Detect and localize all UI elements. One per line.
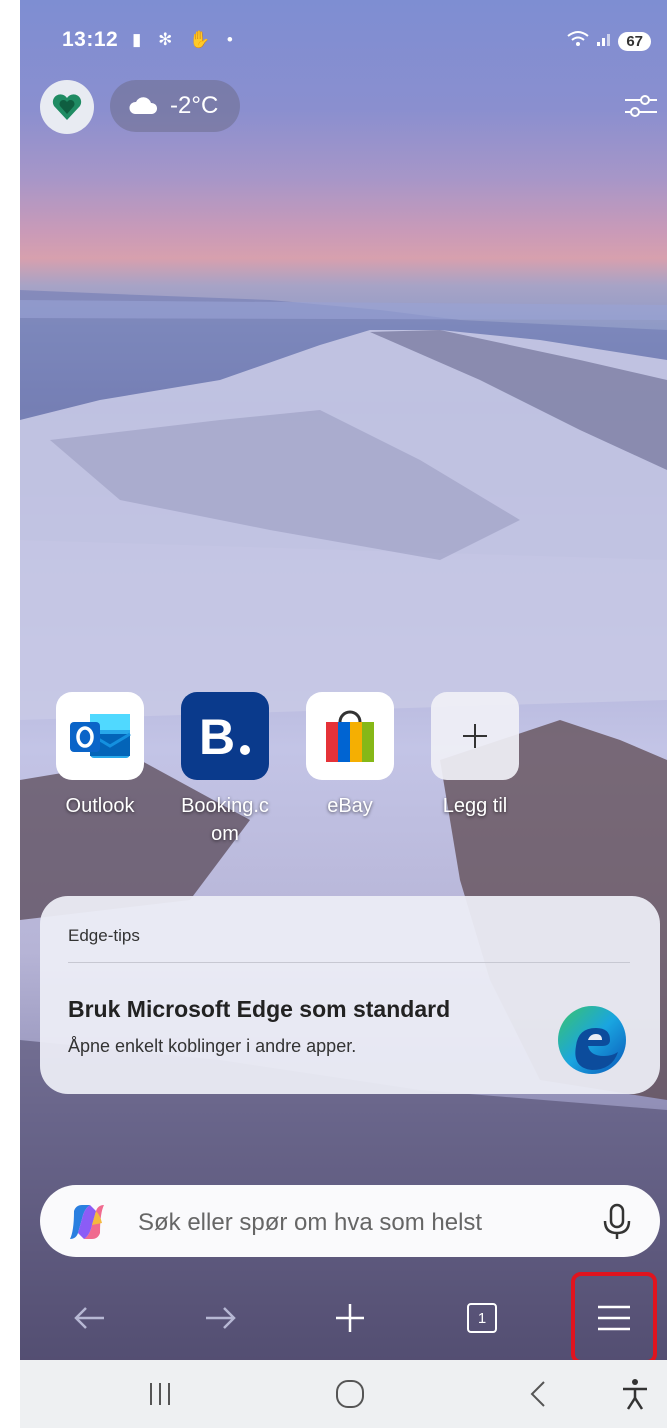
rewards-button[interactable] [40,80,94,134]
copilot-icon[interactable] [66,1201,108,1243]
new-tab-button[interactable] [310,1276,390,1360]
battery-indicator: 67 [618,31,651,51]
notification-icons: ▮ ✻ ✋ • [132,30,239,49]
edge-tips-card[interactable]: Edge-tips Bruk Microsoft Edge som standa… [40,896,660,1094]
hamburger-menu-icon [598,1305,630,1331]
svg-text:B: B [199,709,235,764]
signal-icon [596,31,612,51]
booking-icon: B [181,692,269,780]
edge-new-tab-page: 13:12 ▮ ✻ ✋ • 67 -2°C Outlook B Booking.… [20,0,667,1360]
wifi-icon [566,30,590,52]
ebay-icon [306,692,394,780]
plus-icon [431,692,519,780]
home-icon [336,1380,364,1408]
status-right: 67 [566,30,651,52]
weather-button[interactable]: -2°C [110,80,241,132]
status-bar: 13:12 ▮ ✻ ✋ • 67 [20,28,667,58]
tabs-button[interactable]: 1 [442,1276,522,1360]
microphone-icon[interactable] [602,1203,632,1241]
shortcut-outlook[interactable]: Outlook [45,692,155,820]
search-input[interactable]: Søk eller spør om hva som helst [138,1209,482,1237]
recent-apps-icon [150,1383,170,1405]
heart-icon [52,94,82,120]
tips-subtitle: Åpne enkelt koblinger i andre apper. [68,1036,357,1056]
status-time: 13:12 [62,28,119,51]
weather-temperature: -2°C [170,92,219,119]
system-navigation-bar [20,1360,667,1428]
accessibility-icon [623,1379,647,1410]
plus-icon [336,1304,364,1332]
tips-title: Bruk Microsoft Edge som standard [68,996,451,1022]
back-button[interactable] [50,1276,130,1360]
edge-logo-icon [558,1006,626,1074]
page-settings-button[interactable] [623,88,659,124]
cloud-icon [129,97,158,114]
accessibility-button[interactable] [610,1360,660,1428]
background-image [20,290,667,1360]
home-button[interactable] [320,1360,380,1428]
system-back-button[interactable] [508,1360,568,1428]
divider [68,962,630,963]
shortcut-label: eBay [327,795,373,817]
shortcut-add[interactable]: Legg til [420,692,530,820]
browser-toolbar: 1 [20,1272,667,1360]
menu-button[interactable] [571,1272,657,1360]
recent-apps-button[interactable] [130,1360,190,1428]
shortcut-ebay[interactable]: eBay [295,692,405,820]
tips-header: Edge-tips [68,926,140,945]
shortcut-label: Booking.c om [181,795,269,845]
shortcut-label: Legg til [442,795,508,817]
shortcut-label: Outlook [65,795,135,817]
forward-button[interactable] [180,1276,260,1360]
forward-arrow-icon [206,1307,236,1329]
search-bar[interactable]: Søk eller spør om hva som helst [40,1185,660,1257]
shortcut-booking[interactable]: B Booking.c om [170,692,280,848]
chevron-left-icon [530,1381,545,1407]
back-arrow-icon [74,1307,104,1329]
sliders-icon [625,95,657,117]
outlook-icon [56,692,144,780]
tab-count: 1 [467,1303,497,1333]
